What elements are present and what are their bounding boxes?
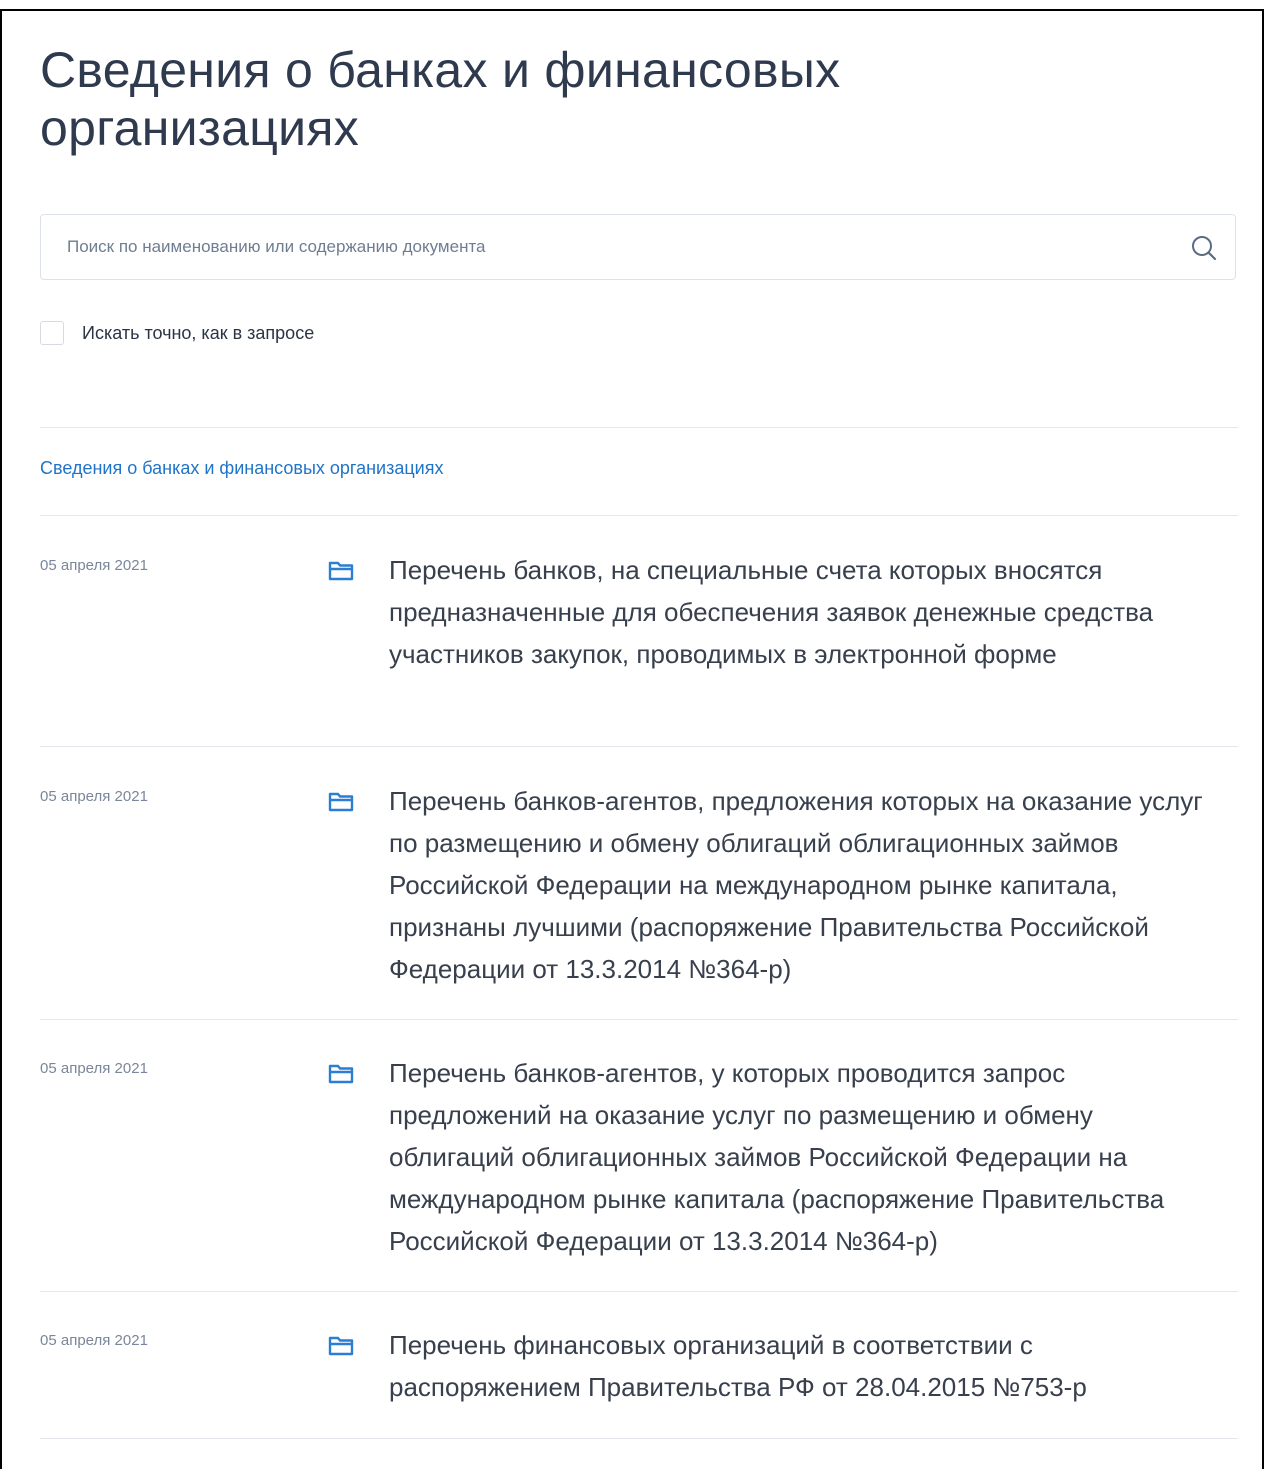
folder-icon: [328, 1064, 354, 1084]
exact-search-label: Искать точно, как в запросе: [82, 322, 315, 343]
document-date: 05 апреля 2021: [40, 1332, 148, 1349]
document-date: 05 апреля 2021: [40, 788, 148, 805]
exact-search-checkbox[interactable]: [40, 321, 64, 345]
document-date: 05 апреля 2021: [40, 557, 148, 574]
folder-icon: [328, 561, 354, 581]
folder-icon: [328, 792, 354, 812]
document-title-link[interactable]: Перечень финансовых организаций в соотве…: [389, 1324, 1219, 1408]
divider: [40, 1291, 1238, 1292]
exact-search-option[interactable]: Искать точно, как в запросе: [40, 320, 314, 346]
divider: [40, 427, 1238, 428]
search-input[interactable]: [67, 215, 1167, 279]
document-title-link[interactable]: Перечень банков-агентов, у которых прово…: [389, 1052, 1219, 1262]
divider: [40, 515, 1238, 516]
search-box: [40, 214, 1236, 280]
divider: [40, 746, 1238, 747]
breadcrumb[interactable]: Сведения о банках и финансовых организац…: [40, 458, 443, 479]
folder-icon: [328, 1336, 354, 1356]
divider: [40, 1438, 1238, 1439]
page-frame: Сведения о банках и финансовых организац…: [0, 9, 1264, 1469]
document-title-link[interactable]: Перечень банков-агентов, предложения кот…: [389, 780, 1219, 990]
search-icon[interactable]: [1189, 233, 1219, 263]
page-title: Сведения о банках и финансовых организац…: [40, 42, 841, 156]
divider: [40, 1019, 1238, 1020]
document-title-link[interactable]: Перечень банков, на специальные счета ко…: [389, 549, 1219, 675]
document-date: 05 апреля 2021: [40, 1060, 148, 1077]
